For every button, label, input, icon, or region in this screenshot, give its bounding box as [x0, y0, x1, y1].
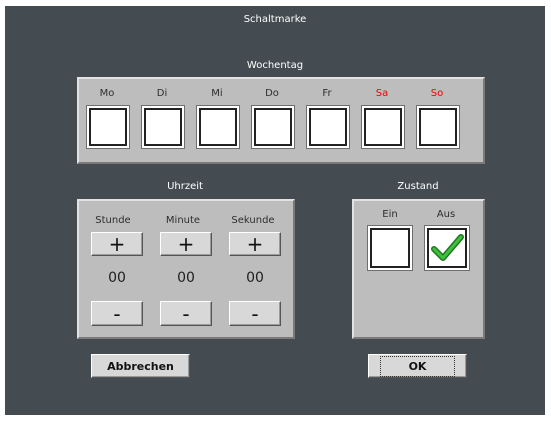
hour-value: 00: [108, 270, 126, 286]
state-heading: Zustand: [397, 181, 439, 192]
minute-label: Minute: [165, 215, 201, 226]
day-label-sa: Sa: [375, 88, 389, 99]
ok-button[interactable]: OK: [368, 354, 467, 378]
plus-icon: +: [246, 232, 264, 256]
plus-icon: +: [108, 232, 126, 256]
ok-button-label: OK: [379, 355, 456, 377]
day-checkbox-do[interactable]: [252, 106, 294, 148]
hour-label: Stunde: [95, 215, 131, 226]
day-label-mo: Mo: [99, 88, 115, 99]
time-panel: Stunde Minute Sekunde + + + 00 00 00 - -…: [77, 199, 295, 339]
checkmark-icon: [431, 234, 464, 261]
hour-increment-button[interactable]: +: [91, 232, 143, 256]
on-label: Ein: [382, 209, 398, 220]
minus-icon: -: [251, 301, 259, 326]
schaltmarke-dialog: Schaltmarke Wochentag Mo Di Mi Do Fr Sa …: [5, 6, 545, 415]
day-label-do: Do: [265, 88, 279, 99]
day-label-di: Di: [156, 88, 168, 99]
state-panel: Ein Aus: [352, 199, 485, 339]
minute-increment-button[interactable]: +: [160, 232, 212, 256]
minute-value: 00: [177, 270, 195, 286]
day-checkbox-di[interactable]: [142, 106, 184, 148]
cancel-button[interactable]: Abbrechen: [91, 354, 190, 378]
day-checkbox-fr[interactable]: [307, 106, 349, 148]
second-increment-button[interactable]: +: [229, 232, 281, 256]
minus-icon: -: [182, 301, 190, 326]
minute-decrement-button[interactable]: -: [160, 301, 212, 326]
day-checkbox-sa[interactable]: [362, 106, 404, 148]
day-label-mi: Mi: [211, 88, 223, 99]
dialog-title: Schaltmarke: [243, 14, 307, 25]
day-label-fr: Fr: [322, 88, 332, 99]
state-on-checkbox[interactable]: [368, 226, 412, 270]
off-label: Aus: [436, 209, 456, 220]
day-checkbox-so[interactable]: [417, 106, 459, 148]
second-label: Sekunde: [231, 215, 275, 226]
day-checkbox-mi[interactable]: [197, 106, 239, 148]
day-checkbox-mo[interactable]: [87, 106, 129, 148]
time-heading: Uhrzeit: [167, 181, 203, 192]
hour-decrement-button[interactable]: -: [91, 301, 143, 326]
weekday-panel: Mo Di Mi Do Fr Sa So: [77, 77, 485, 164]
state-off-checkbox[interactable]: [425, 226, 469, 270]
plus-icon: +: [177, 232, 195, 256]
second-decrement-button[interactable]: -: [229, 301, 281, 326]
minus-icon: -: [113, 301, 121, 326]
weekday-heading: Wochentag: [246, 60, 304, 71]
day-label-so: So: [430, 88, 444, 99]
second-value: 00: [246, 270, 264, 286]
